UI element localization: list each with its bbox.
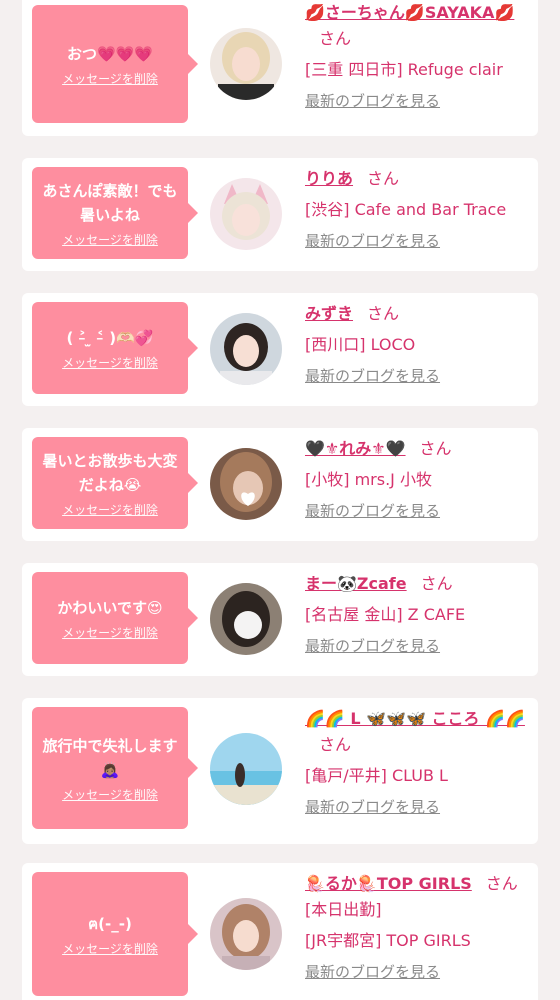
profile-info: みずき さん [西川口] LOCO 最新のブログを見る bbox=[305, 301, 531, 387]
avatar-blurred[interactable] bbox=[210, 448, 282, 520]
profile-name-link[interactable]: りりあ bbox=[305, 169, 353, 188]
message-text: 暑いとお散歩も大変だよね😭 bbox=[42, 451, 178, 494]
profile-info: 💋さーちゃん💋SAYAKA💋 さん [三重 四日市] Refuge clair 最新の… bbox=[305, 0, 531, 112]
delete-message-link[interactable]: メッセージを削除 bbox=[62, 354, 158, 371]
latest-blog-link[interactable]: 最新のブログを見る bbox=[305, 365, 440, 387]
message-bubble: おつ💗💗💗 メッセージを削除 bbox=[32, 5, 198, 123]
name-line: りりあ さん bbox=[305, 166, 531, 192]
avatar-blurred-dark[interactable] bbox=[210, 583, 282, 655]
friend-card: 暑いとお散歩も大変だよね😭 メッセージを削除 🖤⚜れみ⚜🖤 さん [小牧] mrs.J … bbox=[22, 428, 538, 541]
profile-name-link[interactable]: 🪼るか🪼TOP GIRLS bbox=[305, 874, 472, 893]
delete-message-link[interactable]: メッセージを削除 bbox=[62, 70, 158, 87]
message-bubble: あさんぽ素敵！でも暑いよねメッセージを削除 bbox=[32, 167, 198, 259]
profile-name-link[interactable]: 🌈🌈 L 🦋🦋🦋 こころ 🌈🌈 bbox=[305, 709, 525, 728]
delete-message-link[interactable]: メッセージを削除 bbox=[62, 231, 158, 248]
profile-info: りりあ さん [渋谷] Cafe and Bar Trace 最新のブログを見る bbox=[305, 166, 531, 252]
profile-info: 🌈🌈 L 🦋🦋🦋 こころ 🌈🌈 さん [亀戸/平井] CLUB L 最新のブログを見る bbox=[305, 706, 531, 818]
status-label: [本日出勤] bbox=[305, 900, 382, 919]
avatar-pink-room[interactable] bbox=[210, 898, 282, 970]
friend-card: ฅ(-_-) メッセージを削除 🪼るか🪼TOP GIRLS さん [本日出勤] [JR宇都… bbox=[22, 863, 538, 1000]
friend-message-list: おつ💗💗💗 メッセージを削除 💋さーちゃん💋SAYAKA💋 さん [三重 四日市] Re… bbox=[0, 0, 560, 1000]
honorific-label: さん bbox=[319, 29, 352, 48]
message-text: あさんぽ素敵！でも暑いよね bbox=[42, 181, 178, 224]
latest-blog-link[interactable]: 最新のブログを見る bbox=[305, 500, 440, 522]
honorific-label: さん bbox=[319, 735, 352, 754]
profile-info: 🖤⚜れみ⚜🖤 さん [小牧] mrs.J 小牧 最新のブログを見る bbox=[305, 436, 531, 522]
shop-name: [名古屋 金山] Z CAFE bbox=[305, 605, 466, 624]
shop-name: [渋谷] Cafe and Bar Trace bbox=[305, 200, 507, 219]
delete-message-link[interactable]: メッセージを削除 bbox=[62, 940, 158, 957]
message-bubble: 旅行中で失礼します🙇🏽‍♀️ メッセージを削除 bbox=[32, 707, 198, 829]
friend-card: おつ💗💗💗 メッセージを削除 💋さーちゃん💋SAYAKA💋 さん [三重 四日市] Re… bbox=[22, 0, 538, 136]
message-text: おつ💗💗💗 bbox=[66, 44, 154, 63]
shop-name: [西川口] LOCO bbox=[305, 335, 416, 354]
latest-blog-link[interactable]: 最新のブログを見る bbox=[305, 635, 440, 657]
honorific-label: さん bbox=[367, 304, 400, 323]
delete-message-link[interactable]: メッセージを削除 bbox=[62, 624, 158, 641]
friend-card: あさんぽ素敵！でも暑いよねメッセージを削除 りりあ さん [渋谷] Cafe and … bbox=[22, 158, 538, 271]
delete-message-link[interactable]: メッセージを削除 bbox=[62, 786, 158, 803]
profile-name-link[interactable]: まー🐼Zcafe bbox=[305, 574, 407, 593]
message-text: ฅ(-_-) bbox=[88, 914, 132, 933]
friend-card: ( ˃̵ ̫ ˂̵ )🫶🏻💞 メッセージを削除 みずき さん [西川口] LOCO 最新の… bbox=[22, 293, 538, 406]
friend-card: 旅行中で失礼します🙇🏽‍♀️ メッセージを削除 🌈🌈 L 🦋🦋🦋 こころ 🌈🌈 さん [… bbox=[22, 698, 538, 844]
profile-info: まー🐼Zcafe さん [名古屋 金山] Z CAFE 最新のブログを見る bbox=[305, 571, 531, 657]
honorific-label: さん bbox=[485, 874, 518, 893]
latest-blog-link[interactable]: 最新のブログを見る bbox=[305, 90, 440, 112]
latest-blog-link[interactable]: 最新のブログを見る bbox=[305, 961, 440, 983]
profile-name-link[interactable]: 🖤⚜れみ⚜🖤 bbox=[305, 439, 406, 458]
message-bubble: 暑いとお散歩も大変だよね😭 メッセージを削除 bbox=[32, 437, 198, 529]
friend-card: かわいいです😍 メッセージを削除 まー🐼Zcafe さん [名古屋 金山] Z CAFE… bbox=[22, 563, 538, 676]
message-bubble: かわいいです😍 メッセージを削除 bbox=[32, 572, 198, 664]
honorific-label: さん bbox=[420, 574, 453, 593]
name-line: みずき さん bbox=[305, 301, 531, 327]
name-line: 💋さーちゃん💋SAYAKA💋 さん bbox=[305, 0, 531, 52]
honorific-label: さん bbox=[367, 169, 400, 188]
profile-info: 🪼るか🪼TOP GIRLS さん [本日出勤] [JR宇都宮] TOP GIRLS 最新… bbox=[305, 871, 531, 983]
name-line: 🌈🌈 L 🦋🦋🦋 こころ 🌈🌈 さん bbox=[305, 706, 531, 758]
name-line: まー🐼Zcafe さん bbox=[305, 571, 531, 597]
message-bubble: ( ˃̵ ̫ ˂̵ )🫶🏻💞 メッセージを削除 bbox=[32, 302, 198, 394]
name-line: 🖤⚜れみ⚜🖤 さん bbox=[305, 436, 531, 462]
message-bubble: ฅ(-_-) メッセージを削除 bbox=[32, 872, 198, 996]
name-line: 🪼るか🪼TOP GIRLS さん [本日出勤] bbox=[305, 871, 531, 923]
avatar-cat-ears[interactable] bbox=[210, 178, 282, 250]
profile-name-link[interactable]: 💋さーちゃん💋SAYAKA💋 bbox=[305, 3, 514, 22]
avatar-blonde-selfie[interactable] bbox=[210, 28, 282, 100]
shop-name: [三重 四日市] Refuge clair bbox=[305, 60, 503, 79]
delete-message-link[interactable]: メッセージを削除 bbox=[62, 501, 158, 518]
message-text: かわいいです😍 bbox=[57, 598, 163, 617]
latest-blog-link[interactable]: 最新のブログを見る bbox=[305, 796, 440, 818]
avatar-dark-hair[interactable] bbox=[210, 313, 282, 385]
message-text: ( ˃̵ ̫ ˂̵ )🫶🏻💞 bbox=[66, 328, 154, 347]
latest-blog-link[interactable]: 最新のブログを見る bbox=[305, 230, 440, 252]
avatar-beach[interactable] bbox=[210, 733, 282, 805]
shop-name: [JR宇都宮] TOP GIRLS bbox=[305, 931, 471, 950]
honorific-label: さん bbox=[419, 439, 452, 458]
profile-name-link[interactable]: みずき bbox=[305, 304, 353, 323]
shop-name: [小牧] mrs.J 小牧 bbox=[305, 470, 432, 489]
shop-name: [亀戸/平井] CLUB L bbox=[305, 766, 448, 785]
message-text: 旅行中で失礼します🙇🏽‍♀️ bbox=[42, 736, 178, 779]
